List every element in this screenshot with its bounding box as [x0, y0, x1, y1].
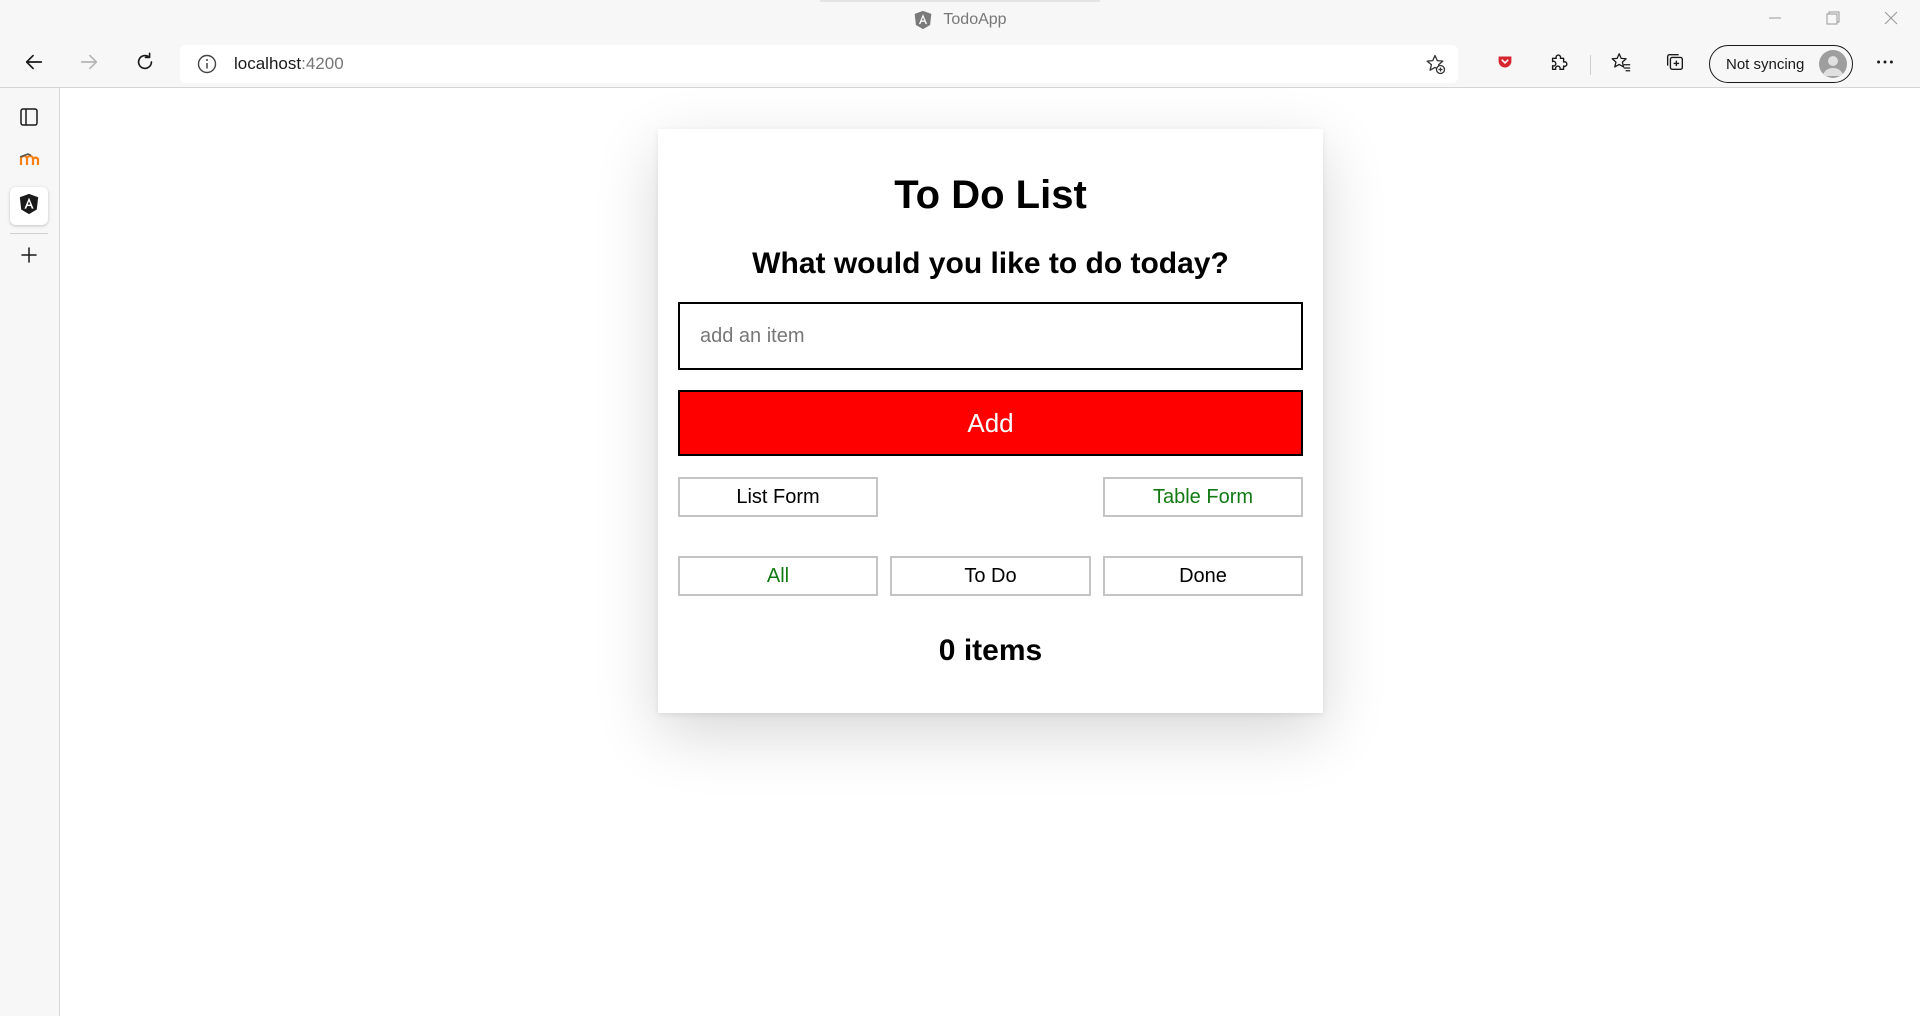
favorites-icon [1610, 51, 1632, 78]
filter-all-button[interactable]: All [678, 556, 878, 596]
window-title-text: TodoApp [943, 11, 1007, 28]
items-count: 0 items [938, 634, 1043, 667]
table-form-button[interactable]: Table Form [1103, 477, 1303, 517]
page-subtitle: What would you like to do today? [752, 247, 1229, 280]
browser-toolbar: localhost:4200 Not syncing [0, 40, 1920, 88]
window-controls [1746, 0, 1920, 40]
info-icon[interactable] [196, 53, 218, 75]
filter-done-button[interactable]: Done [1103, 556, 1303, 596]
pocket-icon [1494, 51, 1516, 78]
sync-status-label: Not syncing [1726, 55, 1805, 73]
url-host: localhost [234, 54, 302, 73]
collections-icon [1664, 51, 1686, 78]
back-arrow-icon [23, 51, 45, 78]
filter-todo-button[interactable]: To Do [890, 556, 1091, 596]
toolbar-divider [1590, 55, 1591, 75]
avatar [1819, 50, 1847, 78]
collections-button[interactable] [1657, 46, 1693, 82]
forward-arrow-icon [78, 51, 100, 78]
settings-more-button[interactable] [1867, 46, 1903, 82]
refresh-icon [134, 51, 156, 78]
add-favorite-icon[interactable] [1424, 53, 1446, 75]
moodle-icon [18, 149, 40, 176]
tab-todoapp[interactable] [10, 187, 48, 225]
vertical-tabs-sidebar [0, 88, 60, 1016]
restore-button[interactable] [1804, 0, 1862, 40]
forward-button[interactable] [71, 46, 107, 82]
angular-icon [18, 193, 40, 220]
list-form-button[interactable]: List Form [678, 477, 878, 517]
extension-pocket-button[interactable] [1487, 46, 1523, 82]
page-title: To Do List [894, 173, 1087, 217]
add-icon [18, 244, 40, 271]
refresh-button[interactable] [127, 46, 163, 82]
extensions-button[interactable] [1541, 46, 1577, 82]
tab-moodle[interactable] [10, 143, 48, 181]
address-bar[interactable]: localhost:4200 [180, 45, 1458, 83]
minimize-button[interactable] [1746, 0, 1804, 40]
url-port: :4200 [301, 54, 344, 73]
sidebar-divider [10, 233, 48, 234]
add-item-input[interactable] [678, 302, 1303, 370]
tab-actions-button[interactable] [10, 100, 48, 138]
new-tab-button[interactable] [10, 238, 48, 276]
minimize-icon [1767, 10, 1783, 31]
window-title: TodoApp [0, 0, 1920, 40]
back-button[interactable] [16, 46, 52, 82]
restore-icon [1825, 10, 1841, 31]
close-button[interactable] [1862, 0, 1920, 40]
favorites-button[interactable] [1603, 46, 1639, 82]
angular-icon [913, 10, 933, 30]
close-icon [1883, 10, 1899, 31]
url-text[interactable]: localhost:4200 [234, 54, 344, 74]
more-icon [1874, 51, 1896, 78]
todo-card: To Do List What would you like to do tod… [658, 129, 1323, 713]
add-button[interactable]: Add [678, 390, 1303, 456]
title-bar: TodoApp [0, 0, 1920, 40]
tab-actions-icon [18, 106, 40, 133]
puzzle-icon [1548, 51, 1570, 78]
profile-sync-button[interactable]: Not syncing [1709, 45, 1853, 83]
